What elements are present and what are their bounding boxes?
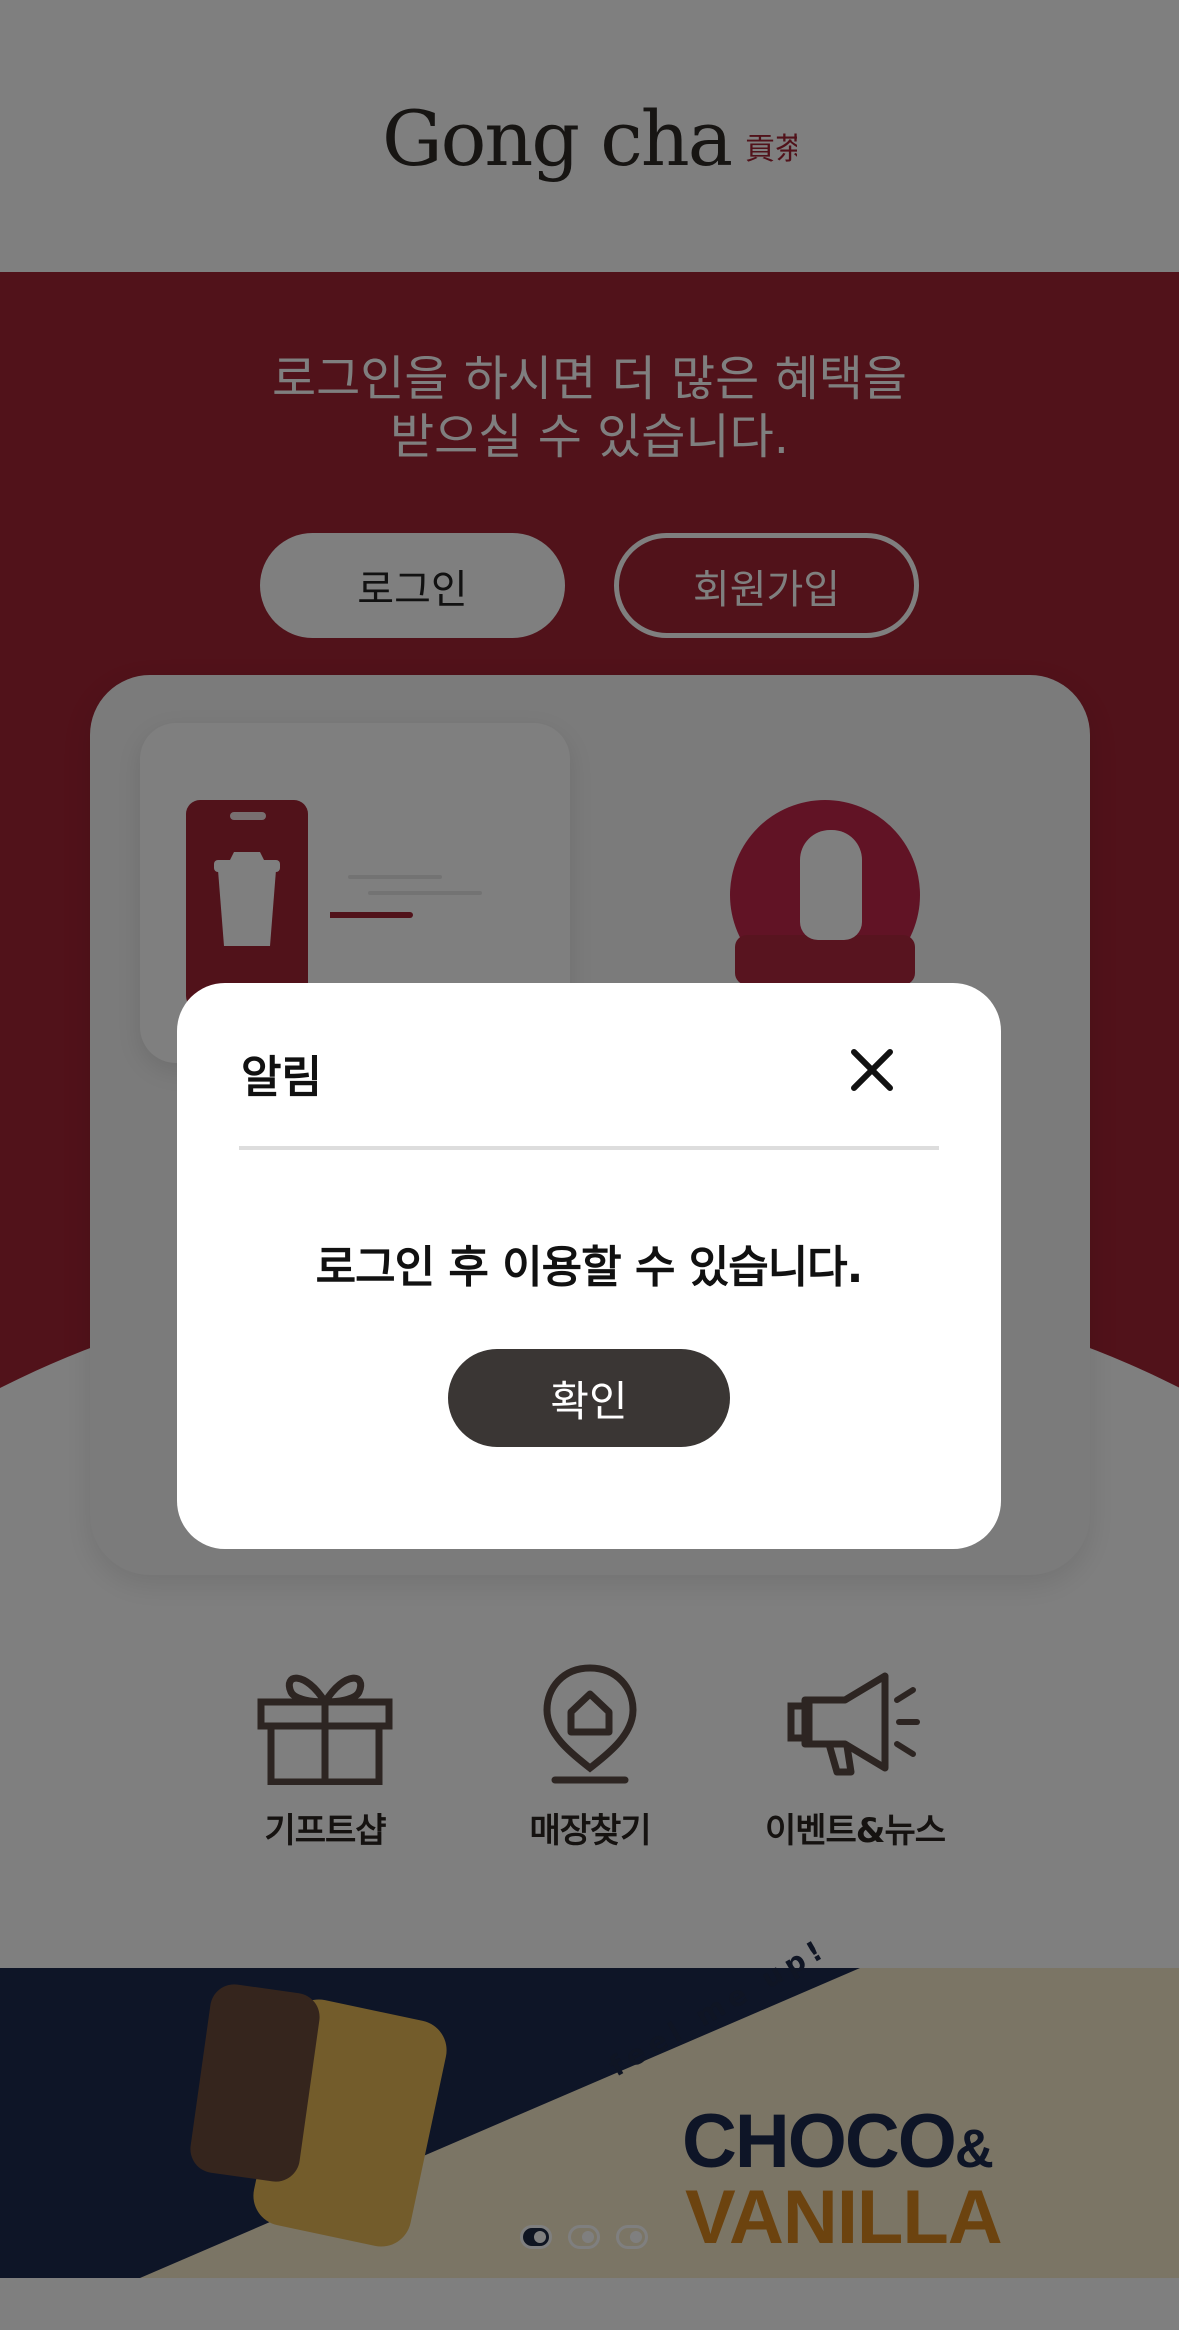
- alert-message: 로그인 후 이용할 수 있습니다.: [315, 1242, 864, 1293]
- close-icon[interactable]: [837, 1035, 907, 1105]
- alert-title: 알림: [241, 1052, 322, 1103]
- close-x-glyph: [851, 1049, 893, 1091]
- confirm-button[interactable]: 확인: [448, 1349, 730, 1447]
- alert-divider: [239, 1146, 939, 1150]
- alert-dialog: 알림 로그인 후 이용할 수 있습니다. 확인: [177, 983, 1001, 1549]
